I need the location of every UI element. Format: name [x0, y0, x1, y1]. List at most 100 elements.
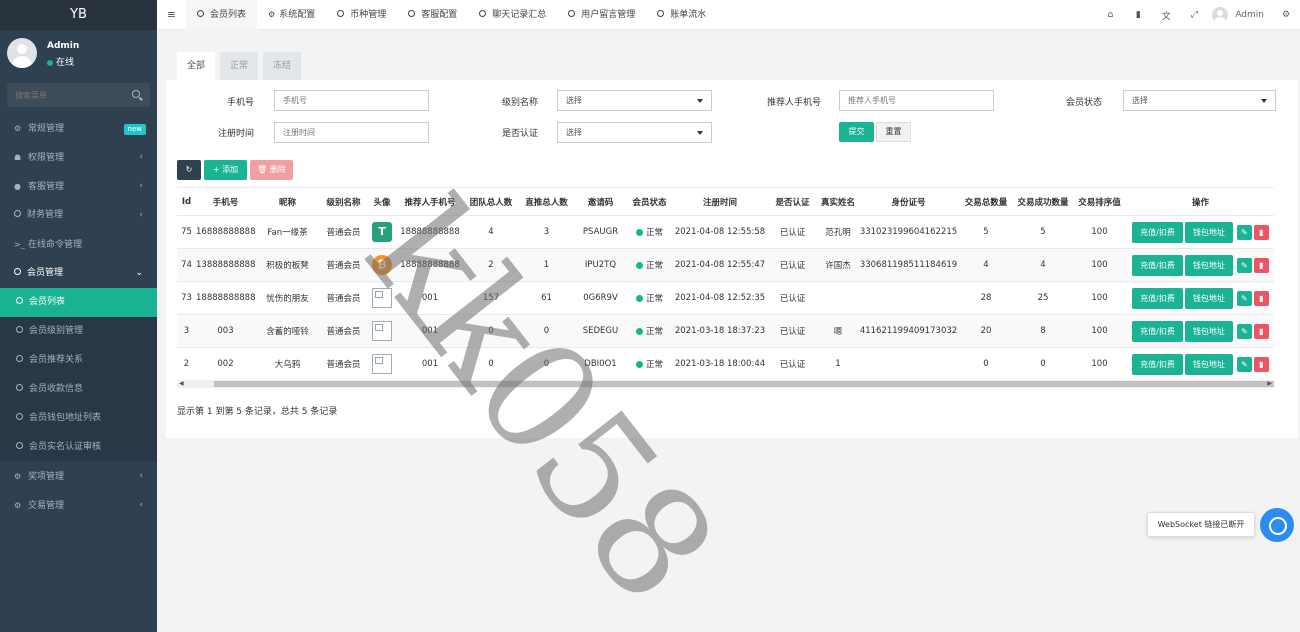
cert-select[interactable]: 选择 [557, 122, 712, 143]
sidebar-subitem-wallets[interactable]: 会员钱包地址列表 [0, 404, 157, 433]
table-row[interactable]: 3 003 含蓄的哑铃 普通会员 001 0 0 SEDEGU 正常 2021-03-18 18:… [177, 314, 1274, 348]
table-row[interactable]: 73 18888888888 忧伤的朋友 普通会员 001 157 61 0G6R9V 正常 20… [177, 281, 1274, 315]
scroll-left-icon[interactable]: ◀ [179, 380, 184, 387]
delete-icon[interactable]: ▮ [1253, 356, 1269, 372]
scroll-right-icon[interactable]: ▶ [1267, 380, 1272, 387]
tab-currency[interactable]: 币种管理 [326, 0, 397, 30]
col-header[interactable]: 团队总人数 [463, 187, 519, 216]
recharge-button[interactable]: 充值/扣费 [1132, 221, 1183, 243]
edit-icon[interactable]: ✎ [1236, 356, 1252, 372]
delete-button[interactable]: 🗑 删除 [250, 160, 293, 180]
delete-icon[interactable]: ▮ [1253, 257, 1269, 273]
menu-search-input[interactable] [7, 83, 127, 107]
col-header[interactable]: 注册时间 [672, 187, 768, 216]
sidebar-item-general[interactable]: ⚙ 常规管理 new [0, 114, 157, 143]
sidebar-item-permissions[interactable]: ☗ 权限管理 ‹ [0, 143, 157, 172]
sidebar-item-command[interactable]: >_ 在线命令管理 [0, 230, 157, 259]
table-row[interactable]: 74 13888888888 积极的板凳 普通会员 ₿ 18888888888 2 1 IPU2… [177, 248, 1274, 282]
cell-team: 2 [463, 248, 519, 282]
wallet-address-button[interactable]: 钱包地址 [1184, 254, 1233, 276]
edit-icon[interactable]: ✎ [1236, 257, 1252, 273]
recharge-button[interactable]: 充值/扣费 [1132, 320, 1183, 342]
home-icon[interactable]: ⌂ [1096, 10, 1124, 20]
col-header[interactable]: 邀请码 [574, 187, 627, 216]
search-icon[interactable] [132, 90, 140, 98]
col-header[interactable]: 头像 [367, 187, 397, 216]
table-row[interactable]: 2 002 大乌鸦 普通会员 001 0 0 DBI0O1 正常 2021-03-18 18:00… [177, 347, 1274, 381]
sidebar-subitem-referrals[interactable]: 会员推荐关系 [0, 346, 157, 375]
submit-button[interactable]: 提交 [839, 122, 874, 142]
sidebar-subitem-member-list[interactable]: 会员列表 [0, 288, 157, 317]
tab-support-config[interactable]: 客服配置 [397, 0, 468, 30]
user-name: Admin [47, 41, 80, 51]
col-header[interactable]: 是否认证 [768, 187, 817, 216]
scrollbar-thumb[interactable] [214, 381, 1274, 387]
wallet-address-button[interactable]: 钱包地址 [1184, 320, 1233, 342]
menu-toggle-icon[interactable]: ≡ [157, 0, 186, 30]
recharge-button[interactable]: 充值/扣费 [1132, 254, 1183, 276]
table-row[interactable]: 75 16888888888 Fan一缘茶 普通会员 T 18888888888 4 3 PSA… [177, 215, 1274, 249]
chat-bubble-icon[interactable] [1260, 508, 1294, 542]
cell-sort: 100 [1072, 281, 1127, 315]
wallet-address-button[interactable]: 钱包地址 [1184, 287, 1233, 309]
col-header[interactable]: 交易总数量 [958, 187, 1014, 216]
referrer-input[interactable] [839, 90, 994, 111]
gears-icon: ⚙ [14, 472, 22, 481]
trash-icon[interactable]: ▮ [1124, 10, 1152, 20]
col-header[interactable]: 级别名称 [320, 187, 367, 216]
wallet-address-button[interactable]: 钱包地址 [1184, 221, 1233, 243]
edit-icon[interactable]: ✎ [1236, 224, 1252, 240]
refresh-button[interactable]: ↻ [177, 160, 201, 180]
col-header[interactable]: 推荐人手机号 [397, 187, 463, 216]
tab-all[interactable]: 全部 [177, 52, 216, 80]
member-status-select[interactable]: 选择 [1123, 90, 1276, 111]
col-header[interactable]: 会员状态 [627, 187, 672, 216]
fullscreen-icon[interactable]: ⤢ [1180, 10, 1208, 20]
delete-icon[interactable]: ▮ [1253, 224, 1269, 240]
reset-button[interactable]: 重置 [876, 122, 911, 142]
tab-member-list[interactable]: 会员列表 [186, 0, 258, 30]
tab-system-config[interactable]: ⚙ 系统配置 [257, 0, 326, 30]
tab-billing[interactable]: 账单流水 [646, 0, 717, 30]
regtime-input[interactable] [274, 122, 429, 143]
col-header[interactable]: 交易成功数量 [1014, 187, 1072, 216]
col-header[interactable]: 直推总人数 [519, 187, 574, 216]
edit-icon[interactable]: ✎ [1236, 290, 1252, 306]
recharge-button[interactable]: 充值/扣费 [1132, 287, 1183, 309]
sidebar-subitem-payment-info[interactable]: 会员收款信息 [0, 375, 157, 404]
col-header[interactable]: 交易排序值 [1072, 187, 1127, 216]
sidebar-item-finance[interactable]: 财务管理 ‹ [0, 201, 157, 230]
sidebar-item-members[interactable]: 会员管理 ⌄ [0, 259, 157, 288]
delete-icon[interactable]: ▮ [1253, 290, 1269, 306]
recharge-button[interactable]: 充值/扣费 [1132, 353, 1183, 375]
sidebar-subitem-kyc[interactable]: 会员实名认证审核 [0, 433, 157, 462]
cell-direct: 0 [519, 314, 574, 348]
delete-icon[interactable]: ▮ [1253, 323, 1269, 339]
cell-actions: 充值/扣费 钱包地址 ✎ ▮ [1127, 314, 1274, 348]
phone-input[interactable] [274, 90, 429, 111]
col-header[interactable]: 昵称 [255, 187, 320, 216]
top-user-menu[interactable]: Admin [1212, 7, 1264, 23]
tab-normal[interactable]: 正常 [220, 52, 259, 80]
tab-frozen[interactable]: 冻结 [263, 52, 302, 80]
sidebar-item-awards[interactable]: ⚙ 奖项管理 ‹ [0, 462, 157, 491]
add-button[interactable]: + 添加 [204, 160, 247, 180]
sidebar-item-support[interactable]: ● 客服管理 ‹ [0, 172, 157, 201]
tab-chat-logs[interactable]: 聊天记录汇总 [468, 0, 557, 30]
horizontal-scrollbar[interactable]: ◀ ▶ [177, 380, 1274, 388]
level-select[interactable]: 选择 [557, 90, 712, 111]
settings-icon[interactable]: ⚙ [1272, 10, 1300, 20]
col-header[interactable]: 真实姓名 [817, 187, 859, 216]
tab-messages[interactable]: 用户留言管理 [557, 0, 646, 30]
wallet-address-button[interactable]: 钱包地址 [1184, 353, 1233, 375]
cell-status: 正常 [627, 314, 672, 348]
col-header[interactable]: 身份证号 [859, 187, 958, 216]
edit-icon[interactable]: ✎ [1236, 323, 1252, 339]
col-header[interactable]: Id [177, 187, 196, 216]
sidebar-subitem-member-levels[interactable]: 会员级别管理 [0, 317, 157, 346]
menu-search[interactable] [7, 83, 150, 107]
sidebar-item-trades[interactable]: ⚙ 交易管理 ‹ [0, 491, 157, 520]
language-icon[interactable]: 文 [1152, 9, 1180, 22]
col-header[interactable]: 手机号 [196, 187, 255, 216]
cell-sort: 100 [1072, 248, 1127, 282]
